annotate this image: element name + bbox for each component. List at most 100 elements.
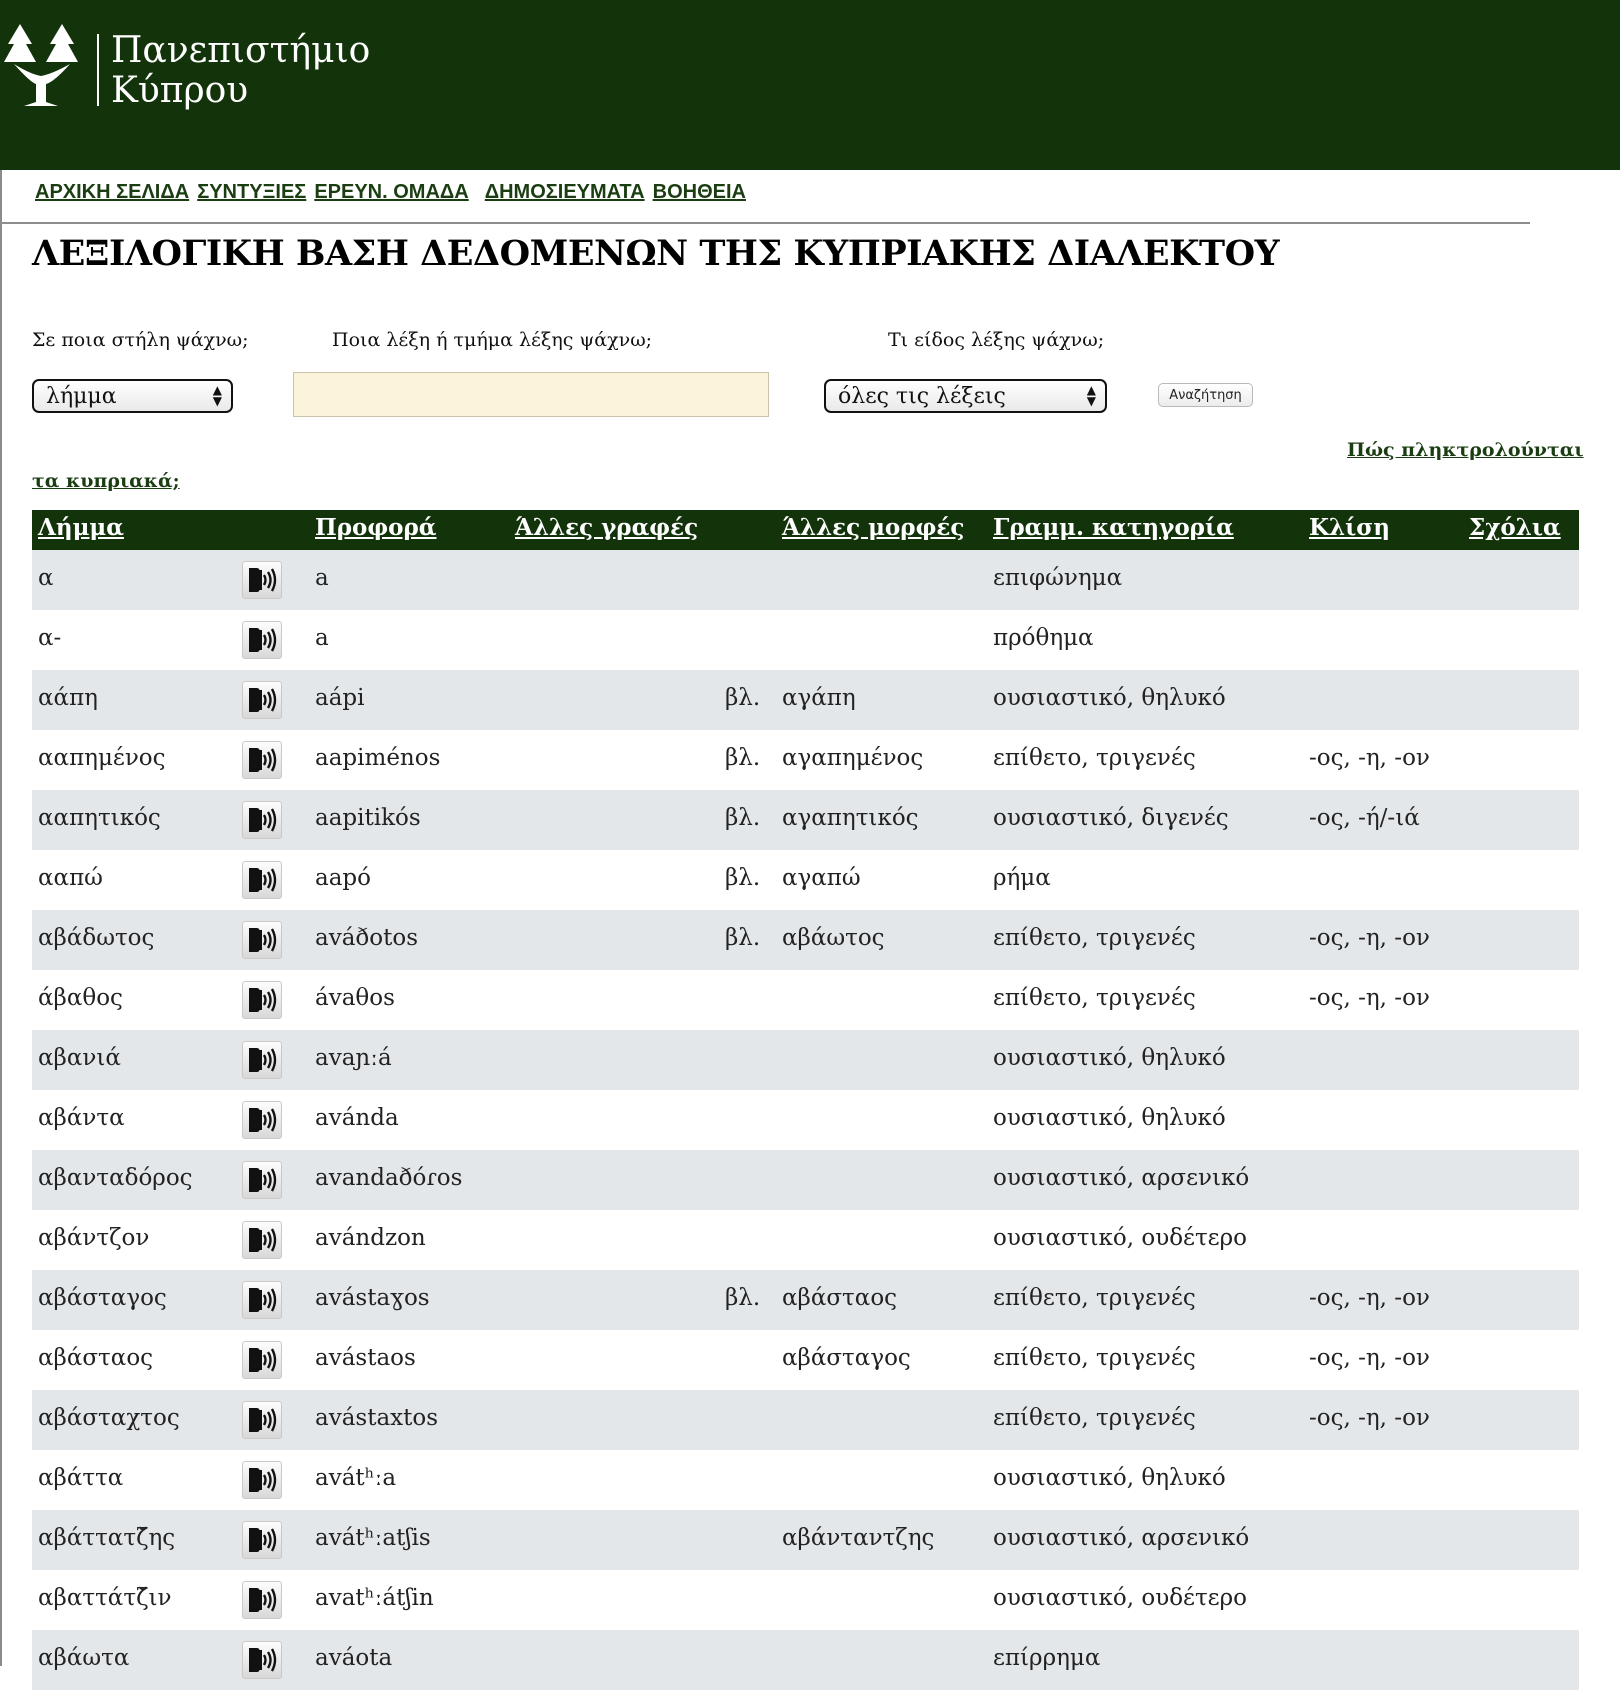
word-type-select-value: όλες τις λέξεις: [838, 384, 1006, 409]
inflection-cell: -ος, -η, -ον: [1309, 1285, 1430, 1311]
logo-divider: [97, 34, 99, 106]
lemma-cell: άβαθος: [38, 985, 123, 1011]
nav-research-team-link[interactable]: ΕΡΕΥΝ. ΟΜΑΔΑ: [314, 181, 468, 203]
play-audio-button[interactable]: [242, 1221, 282, 1259]
table-row: α a επιφώνημα: [32, 550, 1579, 610]
table-row: αβάσταχτος avástaxtos επίθετο, τριγενές -ος…: [32, 1390, 1579, 1450]
lemma-cell: αβάσταχτος: [38, 1405, 180, 1431]
speaker-icon: [244, 564, 280, 600]
play-audio-button[interactable]: [242, 1401, 282, 1439]
inflection-cell: -ος, -η, -ον: [1309, 745, 1430, 771]
play-audio-button[interactable]: [242, 1341, 282, 1379]
lemma-cell: αβαττάτζ̆ιν: [38, 1585, 172, 1611]
logo-text-line2: Κύπρου: [111, 70, 249, 111]
pronunciation-cell: avástaxtos: [315, 1405, 439, 1431]
col-header-inflection[interactable]: Κλίση: [1309, 514, 1390, 541]
see-also-cell: βλ.: [725, 925, 761, 951]
category-cell: επιφώνημα: [993, 565, 1123, 591]
lemma-cell: αβάωτα: [38, 1645, 130, 1671]
nav-publications-link[interactable]: ΔΗΜΟΣΙΕΥΜΑΤΑ: [485, 181, 645, 203]
play-audio-button[interactable]: [242, 1521, 282, 1559]
play-audio-button[interactable]: [242, 1281, 282, 1319]
play-audio-button[interactable]: [242, 861, 282, 899]
play-audio-button[interactable]: [242, 921, 282, 959]
other-form-cell: αβάσταος: [782, 1285, 898, 1311]
play-audio-button[interactable]: [242, 1161, 282, 1199]
play-audio-button[interactable]: [242, 561, 282, 599]
inflection-cell: -ος, -ή/-ιά: [1309, 805, 1420, 831]
university-logo[interactable]: Πανεπιστήμιο Κύπρου: [0, 22, 370, 114]
col-header-other-spellings[interactable]: Άλλες γραφές: [515, 514, 698, 541]
lemma-cell: αβάσταος: [38, 1345, 154, 1371]
play-audio-button[interactable]: [242, 801, 282, 839]
speaker-icon: [244, 1164, 280, 1200]
pronunciation-cell: aapó: [315, 865, 371, 891]
nav-help-link[interactable]: ΒΟΗΘΕΙΑ: [653, 181, 746, 203]
speaker-icon: [244, 984, 280, 1020]
lemma-cell: αβάντζον: [38, 1225, 150, 1251]
speaker-icon: [244, 1404, 280, 1440]
col-header-pronunciation[interactable]: Προφορά: [315, 514, 437, 541]
speaker-icon: [244, 1104, 280, 1140]
site-header: Πανεπιστήμιο Κύπρου: [0, 0, 1620, 170]
col-header-other-forms[interactable]: Άλλες μορφές: [782, 514, 964, 541]
other-form-cell: αγάπη: [782, 685, 856, 711]
page-left-border: [0, 170, 2, 1666]
play-audio-button[interactable]: [242, 1041, 282, 1079]
search-input[interactable]: [293, 372, 769, 417]
word-type-label: Τι είδος λέξης ψάχνω;: [888, 329, 1105, 351]
category-cell: ουσιαστικό, θηλυκό: [993, 1045, 1226, 1071]
pronunciation-cell: avatʰːátʃin: [315, 1585, 434, 1611]
table-row: αβάντα avánda ουσιαστικό, θηλυκό: [32, 1090, 1579, 1150]
other-form-cell: αβάσταγος: [782, 1345, 911, 1371]
nav-abbreviations-link[interactable]: ΣΥΝΤΥΞΙΕΣ: [197, 181, 306, 203]
word-input-label: Ποια λέξη ή τμήμα λέξης ψάχνω;: [332, 329, 653, 351]
other-form-cell: αβάνταντζης: [782, 1525, 935, 1551]
see-also-cell: βλ.: [725, 685, 761, 711]
pronunciation-cell: aváðotos: [315, 925, 419, 951]
typing-help-link-cont[interactable]: τα κυπριακά;: [32, 470, 180, 492]
word-type-select[interactable]: όλες τις λέξεις ▲ ▼: [824, 379, 1107, 413]
pronunciation-cell: a: [315, 565, 329, 591]
table-row: αβάσταγος avástaɣos βλ. αβάσταος επίθετο, τρ…: [32, 1270, 1579, 1330]
table-row: αβάωτα aváota επίρρημα: [32, 1630, 1579, 1690]
pronunciation-cell: aapiménos: [315, 745, 441, 771]
play-audio-button[interactable]: [242, 1581, 282, 1619]
category-cell: ουσιαστικό, αρσενικό: [993, 1525, 1250, 1551]
play-audio-button[interactable]: [242, 1461, 282, 1499]
column-select-value: λήμμα: [46, 384, 117, 409]
other-form-cell: αβάωτος: [782, 925, 885, 951]
lemma-cell: α: [38, 565, 54, 591]
play-audio-button[interactable]: [242, 621, 282, 659]
speaker-icon: [244, 1644, 280, 1680]
category-cell: ουσιαστικό, θηλυκό: [993, 685, 1226, 711]
table-row: α-a πρόθημα: [32, 610, 1579, 670]
play-audio-button[interactable]: [242, 741, 282, 779]
inflection-cell: -ος, -η, -ον: [1309, 1345, 1430, 1371]
inflection-cell: -ος, -η, -ον: [1309, 1405, 1430, 1431]
other-form-cell: αγαπώ: [782, 865, 861, 891]
play-audio-button[interactable]: [242, 1101, 282, 1139]
speaker-icon: [244, 864, 280, 900]
main-nav: ΑΡΧΙΚΗ ΣΕΛΙΔΑ ΣΥΝΤΥΞΙΕΣ ΕΡΕΥΝ. ΟΜΑΔΑ ΔΗΜΟΣΙ…: [35, 181, 754, 204]
play-audio-button[interactable]: [242, 681, 282, 719]
category-cell: ρήμα: [993, 865, 1051, 891]
typing-help-link[interactable]: Πώς πληκτρολούνται: [1347, 439, 1584, 461]
search-button[interactable]: Αναζήτηση: [1158, 383, 1253, 407]
play-audio-button[interactable]: [242, 981, 282, 1019]
category-cell: επίρρημα: [993, 1645, 1101, 1671]
page-title: ΛΕΞΙΛΟΓΙΚΗ ΒΑΣΗ ΔΕΔΟΜΕΝΩΝ ΤΗΣ ΚΥΠΡΙΑΚΗΣ …: [32, 233, 1280, 274]
see-also-cell: βλ.: [725, 865, 761, 891]
play-audio-button[interactable]: [242, 1641, 282, 1679]
col-header-comments[interactable]: Σχόλια: [1469, 514, 1561, 541]
lemma-cell: αβάττα: [38, 1465, 124, 1491]
col-header-category[interactable]: Γραμμ. κατηγορία: [993, 514, 1234, 541]
pronunciation-cell: aapitikós: [315, 805, 421, 831]
other-form-cell: αγαπητικός: [782, 805, 919, 831]
col-header-lemma[interactable]: Λήμμα: [38, 514, 124, 541]
column-select[interactable]: λήμμα ▲ ▼: [32, 379, 233, 413]
speaker-icon: [244, 1464, 280, 1500]
category-cell: ουσιαστικό, ουδέτερο: [993, 1585, 1247, 1611]
nav-home-link[interactable]: ΑΡΧΙΚΗ ΣΕΛΙΔΑ: [35, 181, 189, 203]
table-row: αβάττατζ̆ης avátʰːatʃis αβάνταντζης ουσιαστ…: [32, 1510, 1579, 1570]
